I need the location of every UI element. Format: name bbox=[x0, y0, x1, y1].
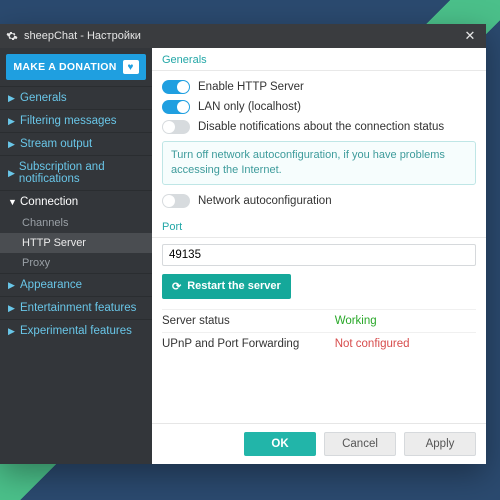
gear-icon bbox=[6, 30, 18, 42]
toggle-disable-notifications-label: Disable notifications about the connecti… bbox=[198, 121, 444, 133]
server-status-value: Working bbox=[335, 315, 377, 327]
toggle-enable-http[interactable] bbox=[162, 80, 190, 94]
refresh-icon: ⟳ bbox=[172, 280, 181, 293]
donate-button[interactable]: MAKE A DONATION ♥ bbox=[6, 54, 146, 80]
toggle-network-autoconf-label: Network autoconfiguration bbox=[198, 195, 332, 207]
sidebar: MAKE A DONATION ♥ ▶Generals ▶Filtering m… bbox=[0, 48, 152, 464]
chevron-right-icon: ▶ bbox=[8, 326, 16, 337]
close-icon[interactable]: ✕ bbox=[460, 28, 480, 44]
toggle-lan-only[interactable] bbox=[162, 100, 190, 114]
port-input[interactable] bbox=[162, 244, 476, 266]
section-generals-header: Generals bbox=[152, 48, 486, 71]
info-box: Turn off network autoconfiguration, if y… bbox=[162, 141, 476, 185]
upnp-label: UPnP and Port Forwarding bbox=[162, 338, 335, 350]
server-status-label: Server status bbox=[162, 315, 335, 327]
restart-server-label: Restart the server bbox=[187, 280, 281, 292]
chevron-right-icon: ▶ bbox=[8, 93, 16, 104]
upnp-value: Not configured bbox=[335, 338, 410, 350]
settings-window: sheepChat - Настройки ✕ MAKE A DONATION … bbox=[0, 24, 486, 464]
window-title: sheepChat - Настройки bbox=[24, 30, 141, 42]
footer: OK Cancel Apply bbox=[152, 423, 486, 464]
sidebar-item-proxy[interactable]: Proxy bbox=[0, 253, 152, 273]
apply-button[interactable]: Apply bbox=[404, 432, 476, 456]
toggle-network-autoconf[interactable] bbox=[162, 194, 190, 208]
section-port-header: Port bbox=[152, 215, 486, 238]
heart-icon: ♥ bbox=[123, 60, 139, 74]
main-panel: Generals Enable HTTP Server LAN only (lo… bbox=[152, 48, 486, 464]
chevron-down-icon: ▼ bbox=[8, 197, 16, 207]
sidebar-item-stream-output[interactable]: ▶Stream output bbox=[0, 132, 152, 155]
sidebar-item-http-server[interactable]: HTTP Server bbox=[0, 233, 152, 253]
donate-label: MAKE A DONATION bbox=[13, 61, 116, 73]
sidebar-item-experimental[interactable]: ▶Experimental features bbox=[0, 319, 152, 342]
titlebar: sheepChat - Настройки ✕ bbox=[0, 24, 486, 48]
chevron-right-icon: ▶ bbox=[8, 139, 16, 150]
toggle-lan-only-label: LAN only (localhost) bbox=[198, 101, 301, 113]
chevron-right-icon: ▶ bbox=[8, 280, 16, 291]
ok-button[interactable]: OK bbox=[244, 432, 316, 456]
sidebar-item-connection[interactable]: ▼Connection bbox=[0, 190, 152, 213]
restart-server-button[interactable]: ⟳ Restart the server bbox=[162, 274, 291, 299]
cancel-button[interactable]: Cancel bbox=[324, 432, 396, 456]
sidebar-item-subscription[interactable]: ▶Subscription and notifications bbox=[0, 155, 152, 190]
sidebar-item-appearance[interactable]: ▶Appearance bbox=[0, 273, 152, 296]
sidebar-item-channels[interactable]: Channels bbox=[0, 213, 152, 233]
status-table: Server status Working UPnP and Port Forw… bbox=[152, 309, 486, 363]
toggle-enable-http-label: Enable HTTP Server bbox=[198, 81, 304, 93]
chevron-right-icon: ▶ bbox=[8, 303, 16, 314]
sidebar-item-generals[interactable]: ▶Generals bbox=[0, 86, 152, 109]
chevron-right-icon: ▶ bbox=[8, 116, 16, 127]
toggle-disable-notifications[interactable] bbox=[162, 120, 190, 134]
sidebar-item-filtering[interactable]: ▶Filtering messages bbox=[0, 109, 152, 132]
sidebar-item-entertainment[interactable]: ▶Entertainment features bbox=[0, 296, 152, 319]
chevron-right-icon: ▶ bbox=[8, 168, 15, 179]
